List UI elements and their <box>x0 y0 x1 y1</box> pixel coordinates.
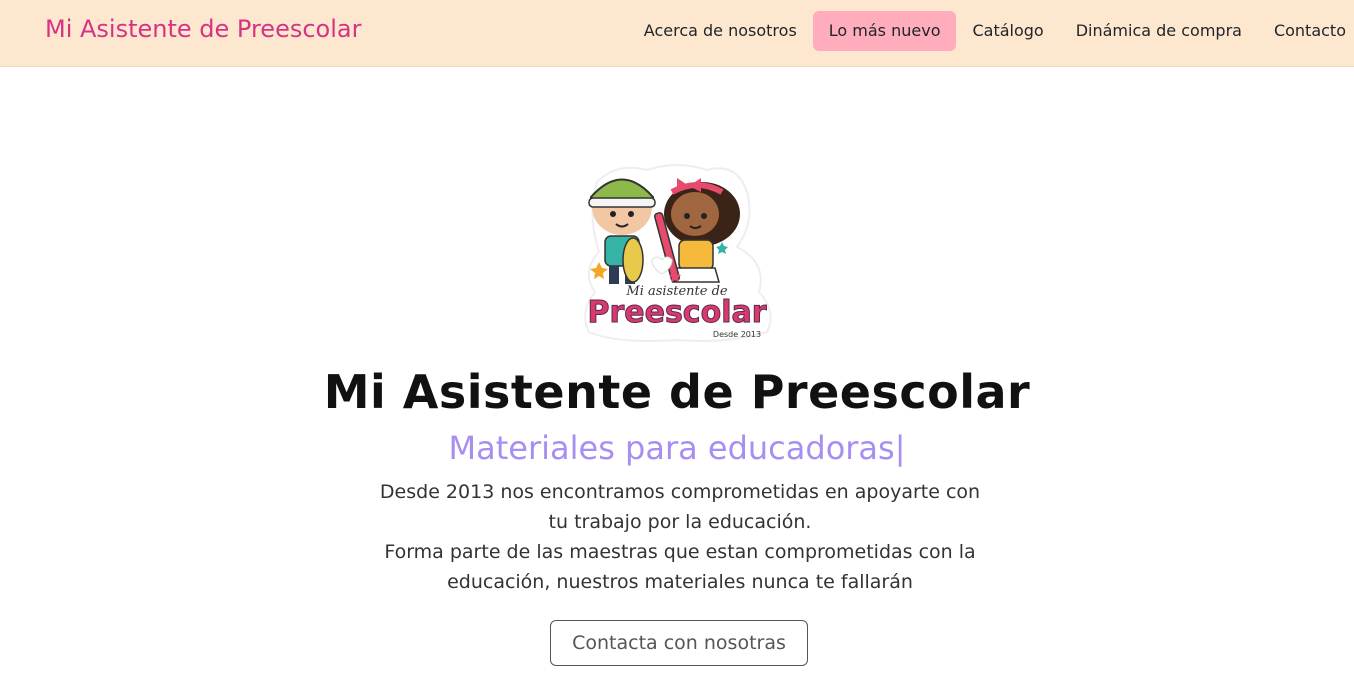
nav-item-catalogo[interactable]: Catálogo <box>956 11 1059 51</box>
hero-subtitle: Materiales para educadoras| <box>448 429 906 467</box>
brand-logo-image: Mi asistente de Preescolar Desde 2013 <box>584 164 772 342</box>
nav-item-acerca[interactable]: Acerca de nosotros <box>628 11 813 51</box>
contact-us-button[interactable]: Contacta con nosotras <box>550 620 808 666</box>
hero-description: Desde 2013 nos encontramos comprometidas… <box>370 477 990 597</box>
nav-menu: Acerca de nosotros Lo más nuevo Catálogo… <box>628 11 1354 51</box>
nav-item-dinamica[interactable]: Dinámica de compra <box>1060 11 1258 51</box>
top-navbar: Mi Asistente de Preescolar Acerca de nos… <box>0 0 1354 67</box>
hero-title: Mi Asistente de Preescolar <box>323 365 1031 419</box>
logo-text-line3: Desde 2013 <box>713 330 761 339</box>
logo-text-line2: Preescolar <box>587 295 766 330</box>
nav-item-contacto[interactable]: Contacto <box>1258 11 1354 51</box>
brand-link[interactable]: Mi Asistente de Preescolar <box>45 15 361 43</box>
nav-item-lo-mas-nuevo[interactable]: Lo más nuevo <box>812 11 957 51</box>
hero-description-line2: Forma parte de las maestras que estan co… <box>384 541 976 593</box>
hero-description-line1: Desde 2013 nos encontramos comprometidas… <box>379 481 981 533</box>
